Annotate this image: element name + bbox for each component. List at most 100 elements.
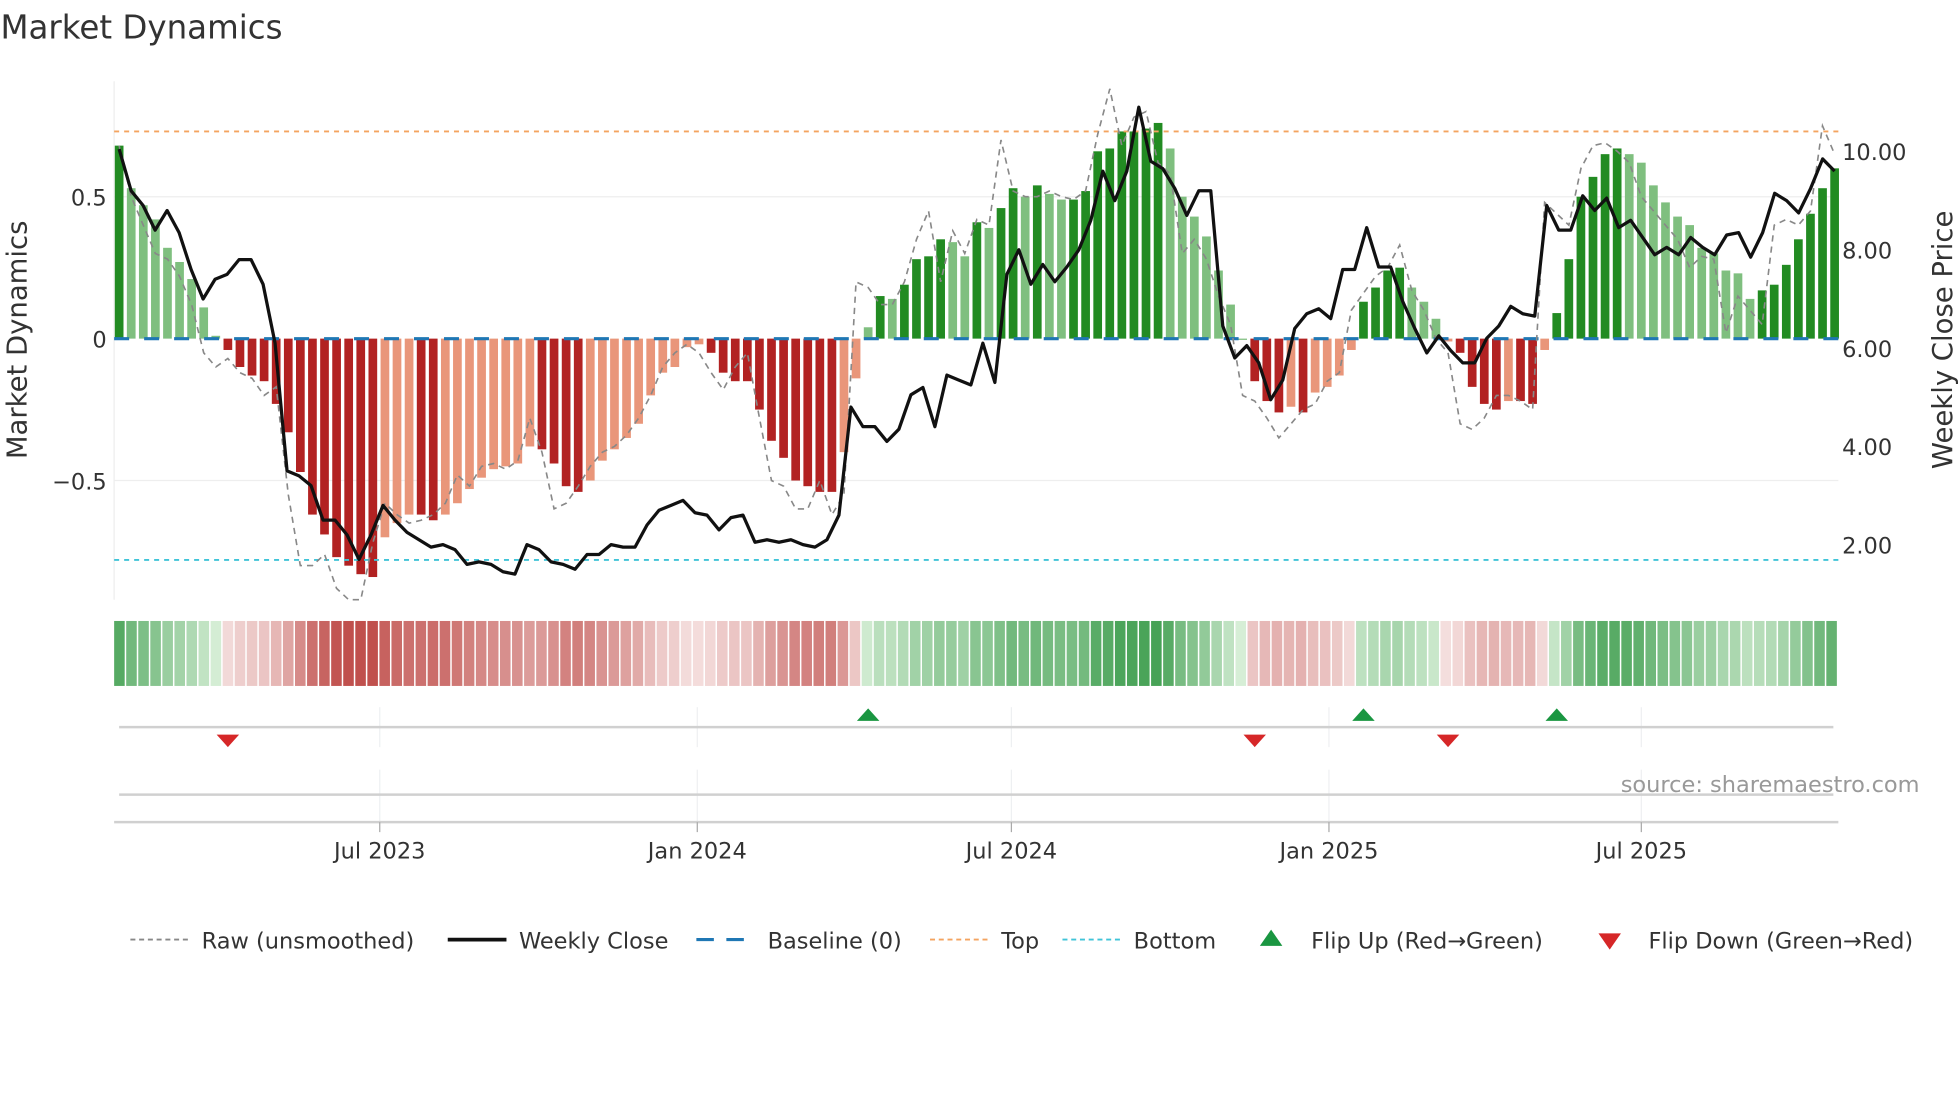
flip-down-icon bbox=[1243, 734, 1266, 748]
dynamics-bar bbox=[1153, 122, 1163, 339]
heat-cell bbox=[343, 620, 354, 686]
dynamics-bar bbox=[1298, 338, 1308, 413]
flip-up-icon bbox=[1545, 708, 1568, 721]
heat-cell bbox=[1597, 620, 1608, 686]
dynamics-bar bbox=[1069, 199, 1078, 339]
dynamics-bar bbox=[235, 338, 245, 368]
legend-flip-down-label: Flip Down (Green→Red) bbox=[1648, 928, 1913, 954]
heat-cell bbox=[608, 620, 620, 686]
heat-cell bbox=[958, 620, 969, 686]
y2-tick-label: 4.00 bbox=[1842, 435, 1892, 461]
heat-cell bbox=[1211, 620, 1222, 686]
heat-cell bbox=[295, 620, 306, 686]
dynamics-bar bbox=[791, 338, 801, 481]
flip-down-icon bbox=[216, 734, 240, 748]
heat-cell bbox=[1561, 620, 1572, 686]
dynamics-bar bbox=[1455, 338, 1465, 353]
dynamics-bar bbox=[960, 256, 970, 339]
dynamics-bar bbox=[1492, 338, 1501, 410]
heat-cell bbox=[1416, 620, 1427, 686]
heat-cell bbox=[1259, 620, 1271, 686]
dynamics-bar bbox=[1806, 213, 1815, 339]
dynamics-bar bbox=[549, 338, 559, 464]
heat-cell bbox=[1705, 620, 1717, 686]
heat-cell bbox=[1090, 620, 1102, 686]
heat-cell bbox=[777, 620, 788, 686]
dynamics-bar bbox=[875, 296, 885, 339]
heat-cell bbox=[1693, 620, 1705, 686]
dynamics-bar bbox=[755, 338, 764, 410]
dynamics-bar bbox=[1129, 131, 1139, 339]
heat-cell bbox=[994, 620, 1005, 686]
dynamics-bar bbox=[706, 338, 716, 353]
dynamics-bar bbox=[767, 338, 776, 441]
dynamics-bar bbox=[1383, 270, 1392, 339]
heat-cell bbox=[1500, 620, 1512, 686]
dynamics-bar bbox=[356, 338, 366, 575]
dynamics-bar bbox=[223, 338, 233, 350]
heat-cell bbox=[1163, 620, 1174, 686]
heat-cell bbox=[692, 620, 704, 686]
x-tick-label: Jan 2025 bbox=[1277, 838, 1378, 864]
dynamics-bar bbox=[1310, 338, 1320, 393]
heat-cell bbox=[126, 620, 137, 686]
dynamics-bar bbox=[924, 256, 933, 339]
dynamics-bar bbox=[1612, 148, 1622, 339]
heat-cell bbox=[717, 620, 728, 686]
flip-up-icon bbox=[1352, 708, 1375, 721]
heat-cell bbox=[282, 620, 294, 686]
dynamics-bar bbox=[428, 338, 438, 521]
heat-cell bbox=[680, 620, 692, 686]
heat-cell bbox=[560, 620, 571, 686]
dynamics-bar bbox=[187, 279, 196, 339]
heat-cell bbox=[210, 620, 222, 686]
dynamics-bar bbox=[1697, 247, 1707, 339]
dynamics-bar bbox=[887, 298, 897, 339]
heat-cell bbox=[1078, 620, 1090, 686]
heat-cell bbox=[1766, 620, 1777, 686]
legend-flip-up-label: Flip Up (Red→Green) bbox=[1311, 928, 1543, 954]
heat-cell bbox=[1307, 620, 1319, 686]
legend-flip-down-icon bbox=[1598, 933, 1621, 950]
x-tick-label: Jan 2024 bbox=[646, 838, 747, 864]
dynamics-bar bbox=[803, 338, 813, 487]
heat-cell bbox=[704, 620, 716, 686]
heat-cell bbox=[270, 620, 282, 686]
dynamics-bar bbox=[1081, 191, 1090, 339]
dynamics-bar bbox=[863, 327, 873, 339]
heat-cell bbox=[174, 620, 185, 686]
heat-cell bbox=[1512, 620, 1524, 686]
heat-cell bbox=[1464, 620, 1476, 686]
heat-cell bbox=[789, 620, 800, 686]
heat-cell bbox=[1753, 620, 1765, 686]
heat-cell bbox=[1356, 620, 1367, 686]
dynamics-bar bbox=[573, 338, 583, 492]
right-y-axis-title: Weekly Close Price bbox=[1927, 211, 1959, 469]
heat-cell bbox=[1621, 620, 1632, 686]
heat-cell bbox=[1114, 620, 1126, 686]
heat-cell bbox=[415, 620, 427, 686]
dynamics-bar bbox=[513, 338, 523, 464]
left-y-ticks: 0.5 0 −0.5 bbox=[52, 185, 107, 495]
heat-cell bbox=[379, 620, 390, 686]
heat-cell bbox=[1344, 620, 1355, 686]
x-tick-label: Jul 2023 bbox=[332, 838, 425, 864]
flip-down-icon bbox=[1436, 734, 1460, 748]
heat-cell bbox=[439, 620, 451, 686]
dynamics-bar bbox=[585, 338, 595, 481]
heat-cell bbox=[1102, 620, 1114, 686]
heat-cell bbox=[825, 620, 837, 686]
heat-cell bbox=[391, 620, 403, 686]
heat-cell bbox=[463, 620, 475, 686]
dynamics-bar bbox=[1334, 338, 1344, 376]
heat-cell bbox=[1283, 620, 1295, 686]
heat-cell bbox=[1223, 620, 1234, 686]
dynamics-bar bbox=[1576, 196, 1586, 339]
heat-cell bbox=[1428, 620, 1439, 686]
heat-cell bbox=[644, 620, 656, 686]
legend-flip-up-icon bbox=[1259, 929, 1283, 946]
dynamics-bar bbox=[1757, 290, 1767, 339]
x-ticks: Jul 2023 Jan 2024 Jul 2024 Jan 2025 Jul 2025 bbox=[332, 822, 1687, 864]
dynamics-bar bbox=[489, 338, 498, 470]
heat-cell bbox=[246, 620, 258, 686]
